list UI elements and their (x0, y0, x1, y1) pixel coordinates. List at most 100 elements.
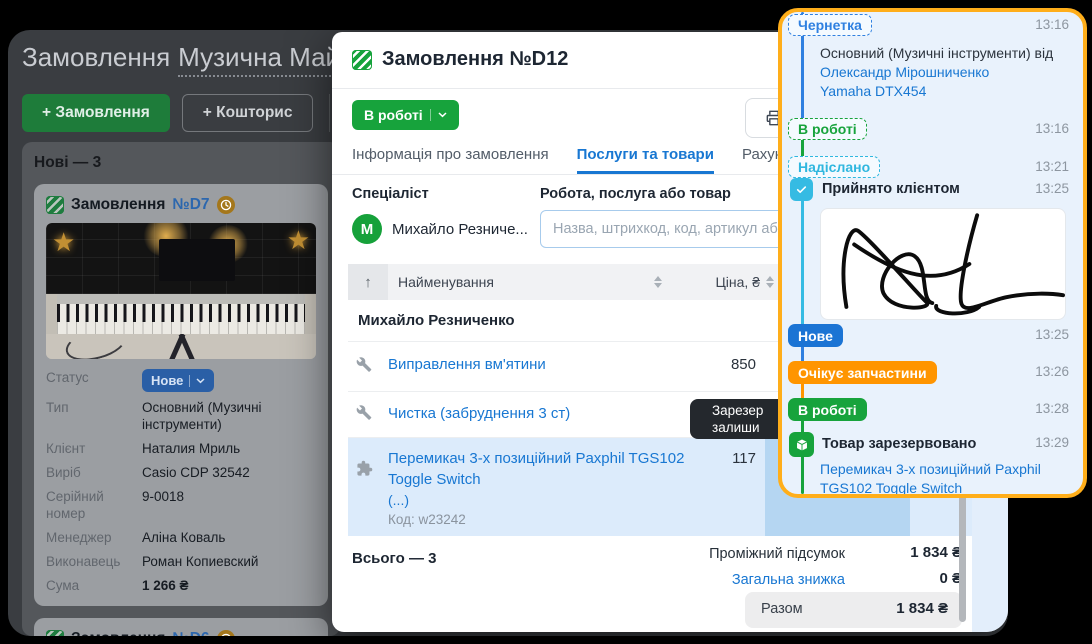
status-history-panel: Чернетка 13:16 Основний (Музичні інструм… (778, 8, 1087, 498)
field-label: Тип (46, 399, 134, 416)
order-status-dropdown[interactable]: В роботі (352, 100, 459, 130)
add-order-button[interactable]: + Замовлення (22, 94, 170, 132)
order-photo[interactable] (46, 223, 316, 359)
name-column-header[interactable]: Найменування (388, 264, 672, 300)
kanban-column-new: Нові — 3 Замовлення №D7 (22, 142, 340, 636)
page-title-main: Замовлення (22, 42, 170, 72)
order-card-fields: Статус Нове Тип Основний (Музичні інстру… (46, 369, 316, 594)
order-card-title-text: Замовлення (71, 196, 165, 214)
status-badge-waiting-parts: Очікує запчастини (788, 361, 937, 384)
search-label: Робота, послуга або товар (540, 186, 731, 202)
device-link[interactable]: Yamaha DTX454 (820, 83, 926, 99)
status-badge-in-progress: В роботі (788, 398, 867, 421)
status-history-content: Чернетка 13:16 Основний (Музичні інструм… (782, 12, 1083, 494)
order-card-title: Замовлення №D7 (46, 196, 316, 214)
specialist-label: Спеціаліст (352, 186, 429, 202)
order-card-d6[interactable]: Замовлення №D6 (34, 618, 328, 636)
event-time: 13:26 (1035, 364, 1069, 379)
page-title: ЗамовленняМузична Майстр (22, 42, 379, 73)
field-label: Виконавець (46, 553, 134, 570)
status-badge-draft: Чернетка (788, 14, 872, 36)
screen: ЗамовленняМузична Майстр + Замовлення + … (0, 0, 1092, 644)
chevron-down-icon (196, 378, 205, 384)
product-code: Код: w23242 (388, 512, 466, 527)
order-number-link[interactable]: №D7 (172, 196, 209, 214)
toolbar-divider (329, 94, 330, 132)
order-status-label: В роботі (364, 107, 423, 123)
clock-icon (220, 633, 232, 636)
client-link[interactable]: Олександр Мірошниченко (820, 64, 989, 80)
total-value: 1 834 ₴ (896, 600, 948, 617)
specialist-avatar[interactable]: M (352, 214, 382, 244)
event-time: 13:29 (1035, 435, 1069, 450)
status-badge-sent: Надіслано (788, 156, 880, 178)
service-link[interactable]: Чистка (забруднення 3 ст) (388, 405, 570, 422)
field-value: Роман Копиевский (142, 553, 316, 570)
event-time: 13:16 (1035, 121, 1069, 136)
card-status-label: Нове (151, 372, 183, 389)
service-link[interactable]: Виправлення вм'ятини (388, 356, 546, 373)
total-pill: Разом 1 834 ₴ (745, 592, 962, 628)
button-separator (189, 375, 190, 387)
tab-services-goods[interactable]: Послуги та товари (577, 138, 714, 174)
goods-reserved-label: Товар зарезервовано (822, 436, 976, 452)
piano-keys (57, 304, 305, 334)
wrench-icon (356, 404, 372, 425)
total-label: Разом (761, 601, 803, 617)
order-card-d7[interactable]: Замовлення №D7 (34, 184, 328, 606)
event-time: 13:25 (1035, 181, 1069, 196)
star-light-icon (287, 227, 310, 253)
kanban-column-title: Нові — 3 (34, 154, 328, 172)
price-column-header[interactable]: Ціна, ₴ (672, 264, 784, 300)
deadline-clock-badge (217, 196, 235, 214)
field-value: Основний (Музичні інструменти) (142, 399, 316, 433)
product-more-link[interactable]: (...) (388, 492, 409, 508)
deadline-clock-badge (217, 630, 235, 636)
field-value: Нове (142, 369, 316, 392)
field-value: Аліна Коваль (142, 529, 316, 546)
sort-chevrons-icon (654, 276, 662, 288)
event-time: 13:21 (1035, 159, 1069, 174)
card-status-dropdown[interactable]: Нове (142, 369, 214, 392)
field-label: Статус (46, 369, 134, 386)
event-desc-text: Основний (Музичні інструменти) від (820, 45, 1053, 61)
price-value: 850 (672, 356, 756, 373)
field-value: 1 266 ₴ (142, 577, 316, 594)
field-value: 9-0018 (142, 488, 316, 505)
field-label: Менеджер (46, 529, 134, 546)
sort-chevrons-icon (766, 276, 774, 288)
signature-image (820, 208, 1066, 320)
name-column-label: Найменування (398, 274, 494, 290)
add-estimate-button[interactable]: + Кошторис (182, 94, 314, 132)
price-value: 117 (672, 450, 756, 467)
event-time: 13:25 (1035, 327, 1069, 342)
order-type-icon (46, 630, 64, 636)
event-time: 13:28 (1035, 401, 1069, 416)
timeline-segment (801, 192, 804, 336)
accepted-by-client-label: Прийнято клієнтом (822, 181, 960, 197)
part-icon (356, 460, 373, 482)
star-light-icon (52, 229, 75, 255)
button-separator (430, 109, 431, 121)
order-number-link[interactable]: №D6 (172, 630, 209, 636)
reserved-product-link[interactable]: Перемикач 3-х позиційний Paxphil TGS102 … (820, 461, 1041, 494)
order-type-icon (46, 196, 64, 214)
specialist-name[interactable]: Михайло Резниче... (392, 221, 528, 238)
status-badge-new: Нове (788, 324, 843, 347)
discount-link[interactable]: Загальна знижка (732, 572, 845, 588)
items-count: Всього — 3 (352, 550, 436, 567)
check-icon (790, 178, 813, 201)
subtotal-value: 1 834 ₴ (910, 544, 962, 561)
order-card-title-text: Замовлення (71, 630, 165, 636)
order-type-icon (352, 50, 372, 70)
field-value: Casio CDP 32542 (142, 464, 316, 481)
clock-icon (220, 199, 232, 211)
product-link[interactable]: Перемикач 3-х позиційний Paxphil TGS102 … (388, 448, 688, 490)
modal-title-text: Замовлення №D12 (382, 48, 568, 71)
subtotal-label: Проміжний підсумок (709, 546, 845, 562)
sort-direction-header[interactable] (348, 264, 388, 300)
order-card-title: Замовлення №D6 (46, 630, 316, 636)
wrench-icon (356, 356, 372, 377)
tab-order-info[interactable]: Інформація про замовлення (352, 138, 549, 174)
music-stand (159, 239, 235, 281)
